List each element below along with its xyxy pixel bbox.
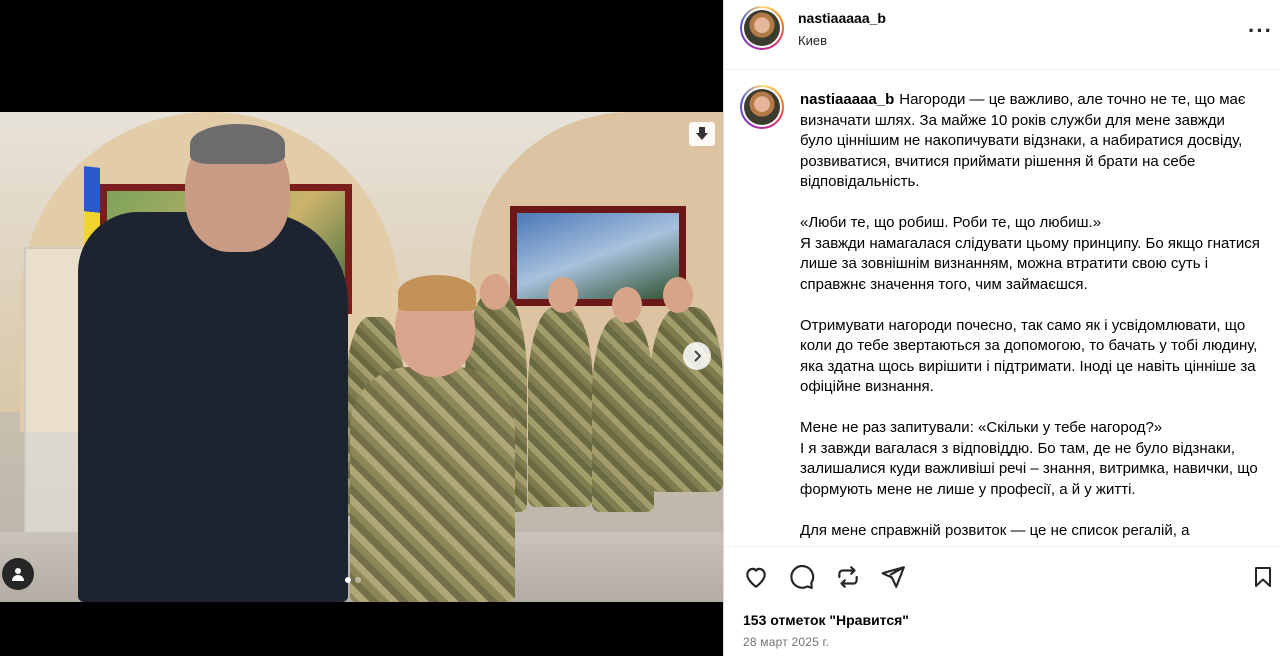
more-options-button[interactable]: ··· [1248,18,1273,44]
media-pane [0,0,723,656]
comment-button[interactable] [788,563,816,591]
photo-woman-hair [398,275,476,311]
user-tag-icon [12,568,24,581]
post-date[interactable]: 28 март 2025 г. [743,635,829,649]
caption-avatar[interactable] [740,85,784,129]
caption-paragraph: Отримувати нагороди почесно, так само як… [800,316,1258,396]
post-photo[interactable] [0,112,723,602]
photo-man-hair [190,124,285,164]
location-link[interactable]: Киев [798,33,827,48]
download-button[interactable] [689,122,715,146]
photo-soldier [528,307,593,507]
bookmark-icon [1255,567,1271,587]
carousel-dots [345,577,361,583]
photo-head [480,274,510,310]
chevron-right-icon [694,350,702,362]
tagged-users-button[interactable] [2,558,34,590]
send-icon [881,566,905,588]
caption-quote: «Люби те, що робиш. Роби те, що любиш.» [800,214,1102,231]
post-header: nastiaaaaa_b Киев ··· [724,0,1280,70]
photo-woman [350,367,515,602]
more-horizontal-icon: ··· [1248,18,1273,43]
next-slide-button[interactable] [683,342,711,370]
caption-paragraph: І я завжди вагалася з відповіддю. Бо там… [800,439,1258,498]
photo-head [612,287,642,323]
photo-head [663,277,693,313]
photo-soldier [650,307,723,492]
like-button[interactable] [742,563,770,591]
post-caption: nastiaaaaa_b Нагороди — це важливо, але т… [800,90,1260,541]
username-link[interactable]: nastiaaaaa_b [798,10,886,26]
caption-paragraph: Я завжди намагалася слідувати цьому прин… [800,234,1260,293]
caption-username-link[interactable]: nastiaaaaa_b [800,91,894,108]
photo-soldier [592,317,654,512]
caption-paragraph: Мене не раз запитували: «Скільки у тебе … [800,419,1163,436]
share-button[interactable] [879,563,907,591]
heart-icon [746,567,766,588]
photo-painting-right [510,206,686,306]
action-bar: 153 отметок "Нравится" 28 март 2025 г. [724,546,1280,656]
likes-count[interactable]: 153 отметок "Нравится" [743,612,909,628]
photo-head [548,277,578,313]
photo-man [78,212,348,602]
carousel-dot [345,577,351,583]
download-icon [696,127,708,140]
caption-paragraph: Для мене справжній розвиток — це не спис… [800,521,1190,539]
post-info-panel: nastiaaaaa_b Киев ··· nastiaaaaa_b Нагоро… [723,0,1280,656]
carousel-dot [355,577,361,583]
repost-icon [838,566,858,588]
avatar[interactable] [740,6,784,50]
save-button[interactable] [1249,563,1277,591]
comments-area[interactable]: nastiaaaaa_b Нагороди — це важливо, але т… [724,71,1280,546]
comment-icon [790,565,815,589]
repost-button[interactable] [834,563,862,591]
